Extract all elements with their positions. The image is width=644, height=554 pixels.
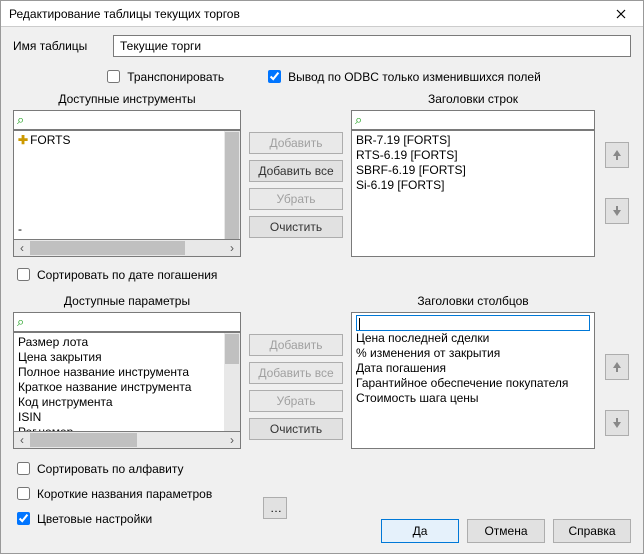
list-item[interactable]: Гарантийное обеспечение покупателя — [356, 376, 590, 391]
sort-alpha-input[interactable] — [17, 462, 30, 475]
cancel-button[interactable]: Отмена — [467, 519, 545, 543]
table-name-label: Имя таблицы — [13, 39, 113, 53]
odbc-check-input[interactable] — [268, 70, 281, 83]
help-button[interactable]: Справка — [553, 519, 631, 543]
remove-button[interactable]: Убрать — [249, 390, 343, 412]
window-title: Редактирование таблицы текущих торгов — [9, 7, 601, 21]
params-search[interactable] — [13, 312, 241, 332]
list-item[interactable]: Полное название инструмента — [18, 365, 220, 380]
list-item[interactable]: Код инструмента — [18, 395, 220, 410]
instruments-list[interactable]: ✚FORTS - — [13, 130, 241, 240]
transpose-checkbox[interactable]: Транспонировать — [103, 67, 224, 86]
clear-button[interactable]: Очистить — [249, 418, 343, 440]
list-item[interactable]: Размер лота — [18, 335, 220, 350]
table-name-input[interactable] — [113, 35, 631, 57]
sort-alpha-label: Сортировать по алфавиту — [37, 462, 183, 476]
row-headers-caption: Заголовки строк — [351, 92, 595, 110]
list-item[interactable]: Цена закрытия — [18, 350, 220, 365]
scroll-left-icon[interactable]: ‹ — [14, 240, 30, 256]
sort-maturity-label: Сортировать по дате погашения — [37, 268, 217, 282]
col-headers-list[interactable]: Цена последней сделки % изменения от зак… — [351, 312, 595, 449]
list-item[interactable]: % изменения от закрытия — [356, 346, 590, 361]
list-item[interactable]: ISIN — [18, 410, 220, 425]
sort-alpha-checkbox[interactable]: Сортировать по алфавиту — [13, 459, 631, 478]
scrollbar-horizontal[interactable]: ‹ › — [13, 432, 241, 449]
short-names-label: Короткие названия параметров — [37, 487, 212, 501]
row-headers-list[interactable]: BR-7.19 [FORTS] RTS-6.19 [FORTS] SBRF-6.… — [351, 130, 595, 257]
list-item[interactable]: Рег.номер — [18, 425, 220, 431]
col-headers-edit-row[interactable] — [356, 315, 590, 331]
params-list[interactable]: Размер лота Цена закрытия Полное названи… — [13, 332, 241, 432]
list-item[interactable]: Стоимость шага цены — [356, 391, 590, 406]
sort-maturity-input[interactable] — [17, 268, 30, 281]
add-button[interactable]: Добавить — [249, 132, 343, 154]
scrollbar-vertical[interactable] — [224, 333, 240, 431]
ok-button[interactable]: Да — [381, 519, 459, 543]
short-names-input[interactable] — [17, 487, 30, 500]
search-icon: ⌕ — [355, 112, 362, 128]
list-item[interactable]: FORTS — [30, 133, 70, 147]
search-icon: ⌕ — [17, 314, 24, 330]
transpose-label: Транспонировать — [127, 70, 224, 84]
scroll-right-icon[interactable]: › — [224, 432, 240, 448]
move-up-button[interactable] — [605, 354, 629, 380]
color-settings-label: Цветовые настройки — [37, 512, 152, 526]
scrollbar-horizontal[interactable]: ‹ › — [13, 240, 241, 257]
transpose-check-input[interactable] — [107, 70, 120, 83]
odbc-label: Вывод по ODBC только изменившихся полей — [288, 70, 541, 84]
move-up-button[interactable] — [605, 142, 629, 168]
odbc-checkbox[interactable]: Вывод по ODBC только изменившихся полей — [264, 67, 541, 86]
instruments-caption: Доступные инструменты — [13, 92, 241, 110]
instruments-search[interactable] — [13, 110, 241, 130]
list-item: - — [18, 222, 22, 237]
list-item[interactable]: Si-6.19 [FORTS] — [356, 178, 590, 193]
search-icon: ⌕ — [17, 112, 24, 128]
params-caption: Доступные параметры — [13, 294, 241, 312]
color-settings-input[interactable] — [17, 512, 30, 525]
close-icon[interactable] — [601, 2, 641, 26]
short-names-checkbox[interactable]: Короткие названия параметров — [13, 484, 631, 503]
list-item[interactable]: Цена последней сделки — [356, 331, 590, 346]
expand-icon[interactable]: ✚ — [18, 133, 28, 147]
list-item[interactable]: Краткое название инструмента — [18, 380, 220, 395]
scroll-left-icon[interactable]: ‹ — [14, 432, 30, 448]
add-all-button[interactable]: Добавить все — [249, 362, 343, 384]
add-button[interactable]: Добавить — [249, 334, 343, 356]
scroll-right-icon[interactable]: › — [224, 240, 240, 256]
ellipsis-button[interactable]: … — [263, 497, 287, 519]
list-item[interactable]: SBRF-6.19 [FORTS] — [356, 163, 590, 178]
row-headers-search[interactable] — [351, 110, 595, 130]
clear-button[interactable]: Очистить — [249, 216, 343, 238]
move-down-button[interactable] — [605, 410, 629, 436]
add-all-button[interactable]: Добавить все — [249, 160, 343, 182]
move-down-button[interactable] — [605, 198, 629, 224]
remove-button[interactable]: Убрать — [249, 188, 343, 210]
list-item[interactable]: RTS-6.19 [FORTS] — [356, 148, 590, 163]
list-item[interactable]: Дата погашения — [356, 361, 590, 376]
list-item[interactable]: BR-7.19 [FORTS] — [356, 133, 590, 148]
col-headers-caption: Заголовки столбцов — [351, 294, 595, 312]
scrollbar-vertical[interactable] — [224, 131, 240, 239]
sort-maturity-checkbox[interactable]: Сортировать по дате погашения — [13, 265, 631, 284]
